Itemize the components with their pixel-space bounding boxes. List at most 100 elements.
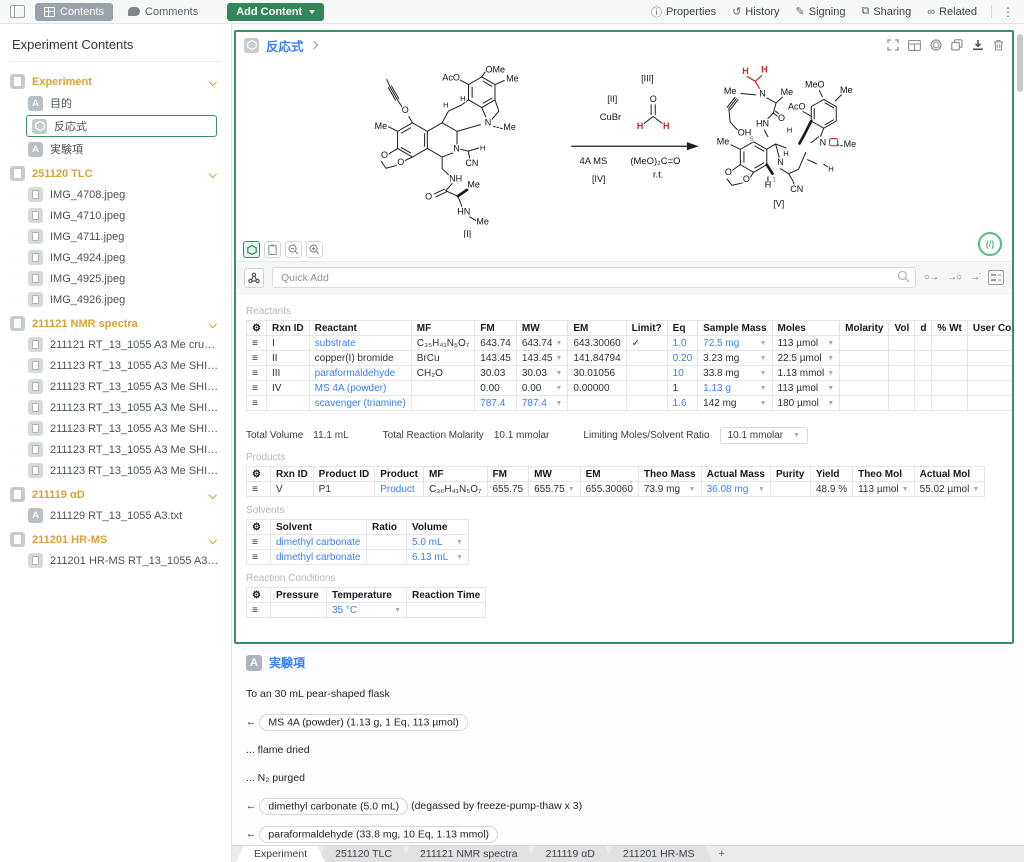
- drag-handle-icon[interactable]: ≡: [247, 366, 267, 381]
- table-cell[interactable]: 73.9 mg▼: [638, 482, 701, 497]
- sidebar-item[interactable]: 反応式: [26, 115, 217, 137]
- structure-view-icon[interactable]: [930, 39, 942, 51]
- table-cell[interactable]: [840, 381, 889, 396]
- table-cell[interactable]: [915, 396, 932, 411]
- structure-tool-button[interactable]: [243, 241, 260, 258]
- table-cell[interactable]: [915, 351, 932, 366]
- zoom-in-button[interactable]: [306, 241, 323, 258]
- table-cell[interactable]: 0.20: [667, 351, 697, 366]
- drag-handle-icon[interactable]: ≡: [247, 550, 271, 565]
- table-cell[interactable]: 113 µmol▼: [853, 482, 915, 497]
- drag-handle-icon[interactable]: ≡: [247, 381, 267, 396]
- delete-icon[interactable]: [993, 39, 1004, 51]
- sidebar-item[interactable]: IMG_4711.jpeg: [0, 226, 231, 247]
- table-cell[interactable]: 0.00▼: [516, 381, 568, 396]
- add-content-button[interactable]: Add Content: [227, 3, 324, 21]
- table-cell[interactable]: scavenger (triamine): [309, 396, 411, 411]
- sidebar-section[interactable]: Experiment: [0, 68, 231, 92]
- table-cell[interactable]: I: [266, 336, 309, 351]
- add-reactant-icon[interactable]: ○→: [924, 272, 938, 283]
- table-cell[interactable]: II: [266, 351, 309, 366]
- table-cell[interactable]: C₃₆H₄₁N₅O₇: [424, 482, 487, 497]
- table-cell[interactable]: [915, 336, 932, 351]
- table-cell[interactable]: C₃₅H₄₁N₅O₇: [411, 336, 474, 351]
- table-cell[interactable]: 6.13 mL▼: [407, 550, 469, 565]
- table-cell[interactable]: 655.30060: [580, 482, 638, 497]
- sidebar-item[interactable]: 211123 RT_13_1055 A3 Me SHIGEMI_hmbc-1-2…: [0, 418, 231, 439]
- table-cell[interactable]: [915, 381, 932, 396]
- sidebar-item[interactable]: IMG_4925.jpeg: [0, 268, 231, 289]
- sidebar-item[interactable]: 211201 HR-MS RT_13_1055 A3 coupling (Me)…: [0, 550, 231, 571]
- table-cell[interactable]: BrCu: [411, 351, 474, 366]
- entity-chip[interactable]: paraformaldehyde (33.8 mg, 10 Eq, 1.13 m…: [259, 826, 498, 843]
- table-cell[interactable]: 643.30060: [568, 336, 626, 351]
- table-cell[interactable]: 113 µmol▼: [772, 336, 840, 351]
- gear-icon[interactable]: ⚙: [247, 588, 271, 603]
- clipboard-button[interactable]: [264, 241, 281, 258]
- table-cell[interactable]: [932, 351, 967, 366]
- tab-211121-nmr-spectra[interactable]: 211121 NMR spectra: [402, 846, 536, 862]
- table-cell[interactable]: 141.84794: [568, 351, 626, 366]
- table-cell[interactable]: P1: [313, 482, 375, 497]
- table-cell[interactable]: 1.6: [667, 396, 697, 411]
- table-cell[interactable]: Product: [375, 482, 424, 497]
- drag-handle-icon[interactable]: ≡: [247, 351, 267, 366]
- sidebar-item[interactable]: 211121 RT_13_1055 A3 Me crude_proton-1-3…: [0, 334, 231, 355]
- table-cell[interactable]: [840, 366, 889, 381]
- table-cell[interactable]: III: [266, 366, 309, 381]
- table-cell[interactable]: 33.8 mg▼: [698, 366, 772, 381]
- chevron-right-icon[interactable]: [309, 41, 317, 49]
- sidebar-item[interactable]: IMG_4710.jpeg: [0, 205, 231, 226]
- sidebar-item[interactable]: IMG_4708.jpeg: [0, 184, 231, 205]
- collapse-panel-icon[interactable]: [10, 5, 25, 18]
- table-cell[interactable]: [967, 366, 1014, 381]
- related-button[interactable]: ∞Related: [927, 6, 977, 18]
- history-button[interactable]: ↺History: [732, 5, 779, 18]
- table-cell[interactable]: paraformaldehyde: [309, 366, 411, 381]
- sidebar-item[interactable]: A実験項: [0, 138, 231, 160]
- duplicate-icon[interactable]: [951, 39, 963, 51]
- table-cell[interactable]: 113 µmol▼: [772, 381, 840, 396]
- sidebar-item[interactable]: 211123 RT_13_1055 A3 Me SHIGEMI_proton-1…: [0, 355, 231, 376]
- vertical-scrollbar[interactable]: [1017, 34, 1023, 92]
- tab-211201-hr-ms[interactable]: 211201 HR-MS: [605, 846, 713, 862]
- table-cell[interactable]: 10: [667, 366, 697, 381]
- table-cell[interactable]: 30.03▼: [516, 366, 568, 381]
- table-cell[interactable]: MS 4A (powder): [309, 381, 411, 396]
- drag-handle-icon[interactable]: ≡: [247, 482, 271, 497]
- table-cell[interactable]: 1.0: [667, 336, 697, 351]
- table-cell[interactable]: [967, 336, 1014, 351]
- table-cell[interactable]: 22.5 µmol▼: [772, 351, 840, 366]
- table-cell[interactable]: CH₂O: [411, 366, 474, 381]
- table-cell[interactable]: 0.00000: [568, 381, 626, 396]
- tab-experiment[interactable]: Experiment: [236, 846, 325, 862]
- table-cell[interactable]: [626, 366, 667, 381]
- table-cell[interactable]: 643.74▼: [516, 336, 568, 351]
- sidebar-item[interactable]: IMG_4924.jpeg: [0, 247, 231, 268]
- table-cell[interactable]: substrate: [309, 336, 411, 351]
- table-cell[interactable]: 48.9 %: [810, 482, 852, 497]
- drag-handle-icon[interactable]: ≡: [247, 535, 271, 550]
- download-icon[interactable]: [972, 39, 984, 51]
- gear-icon[interactable]: ⚙: [247, 467, 271, 482]
- table-cell[interactable]: 143.45: [475, 351, 517, 366]
- table-cell[interactable]: 72.5 mg▼: [698, 336, 772, 351]
- table-cell[interactable]: [932, 366, 967, 381]
- sidebar-item[interactable]: 211123 RT_13_1055 A3 Me SHIGEMI_carbon-1…: [0, 376, 231, 397]
- add-product-icon[interactable]: →○: [947, 272, 961, 283]
- table-cell[interactable]: [411, 381, 474, 396]
- drag-handle-icon[interactable]: ≡: [247, 603, 271, 618]
- table-cell[interactable]: 643.74: [475, 336, 517, 351]
- overflow-menu-icon[interactable]: ⋮: [1002, 5, 1014, 19]
- notes-header[interactable]: A 実験項: [246, 654, 1014, 671]
- reaction-scheme-panel[interactable]: 反応式: [234, 30, 1014, 644]
- table-cell[interactable]: 787.4▼: [516, 396, 568, 411]
- sidebar-item[interactable]: 211123 RT_13_1055 A3 Me SHIGEMI_hsqc-1-2…: [0, 439, 231, 460]
- sidebar-section[interactable]: 251120 TLC: [0, 160, 231, 184]
- table-cell[interactable]: [411, 396, 474, 411]
- quick-add-input[interactable]: [272, 267, 916, 288]
- table-cell[interactable]: [271, 603, 327, 618]
- table-cell[interactable]: [626, 381, 667, 396]
- table-cell[interactable]: [367, 550, 407, 565]
- table-cell[interactable]: [367, 535, 407, 550]
